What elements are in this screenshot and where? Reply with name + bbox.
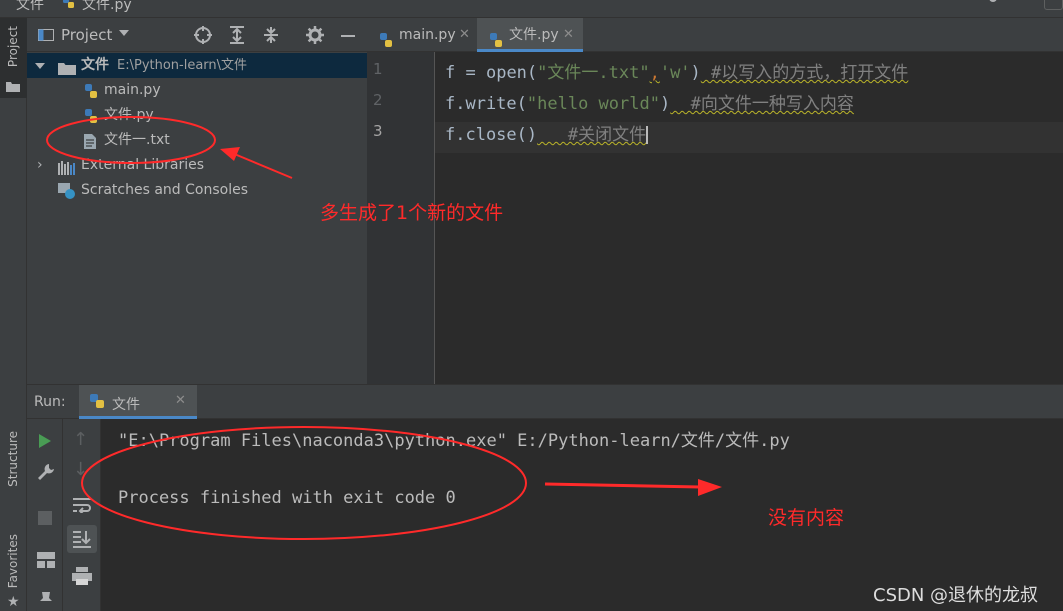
- annotation-new-file-note: 多生成了1个新的文件: [320, 202, 504, 224]
- highlight-ellipse: [81, 426, 527, 540]
- annotation-arrowhead: [220, 147, 240, 161]
- annotation-arrowhead: [698, 479, 722, 496]
- annotation-arrow-line: [544, 482, 701, 489]
- annotation-arrow-line: [231, 152, 293, 179]
- highlight-ellipse: [46, 116, 216, 164]
- annotation-overlay: [46, 116, 722, 540]
- watermark: CSDN @退休的龙叔: [873, 585, 1039, 606]
- annotation-no-content-note: 没有内容: [768, 507, 845, 529]
